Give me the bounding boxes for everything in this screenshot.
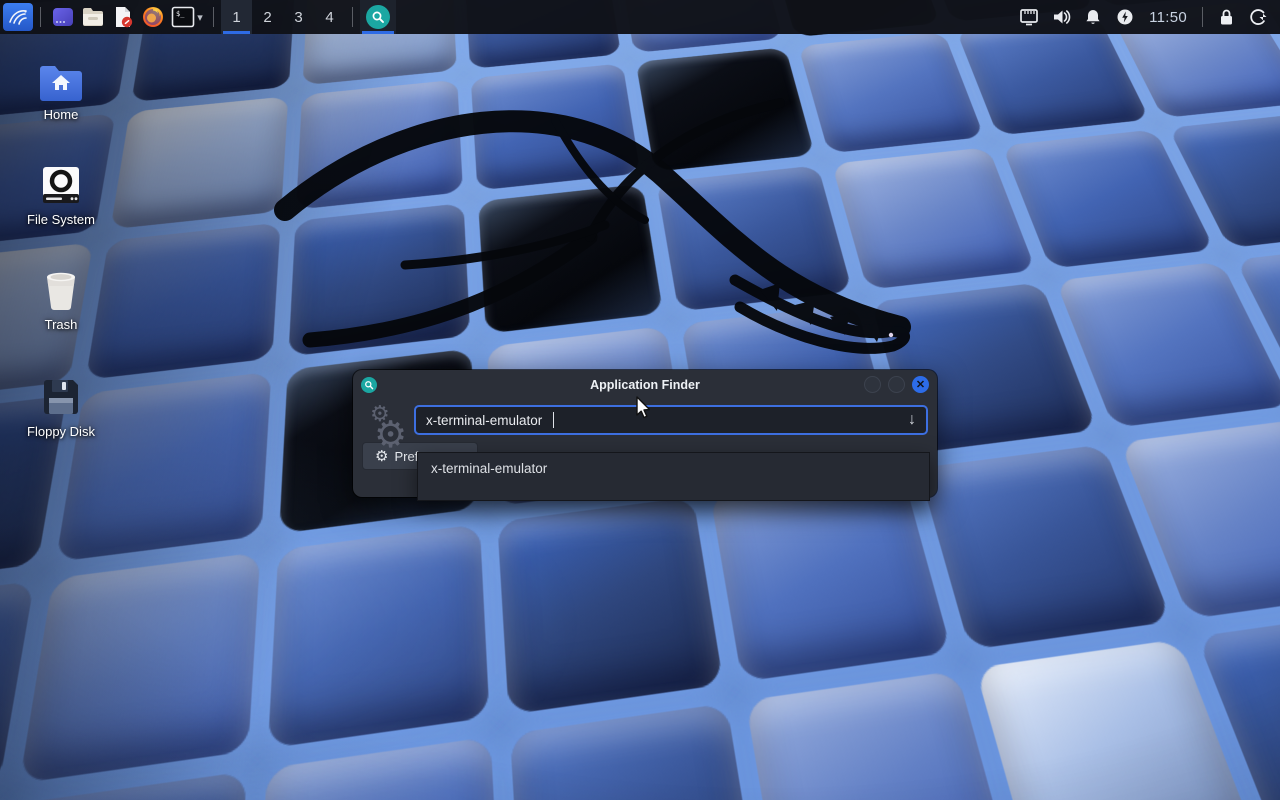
file-manager-icon	[81, 5, 105, 29]
desktop-icon-home[interactable]: Home	[22, 53, 100, 122]
notifications-tray-button[interactable]	[1077, 0, 1109, 34]
workspace-button-3[interactable]: 3	[283, 0, 314, 34]
launcher-firefox[interactable]	[138, 1, 168, 33]
search-input-value: x-terminal-emulator	[426, 413, 542, 428]
firefox-icon	[141, 5, 165, 29]
window-buttons: ✕	[864, 376, 929, 393]
kali-dragon-icon	[7, 6, 29, 28]
workspace-button-1[interactable]: 1	[221, 0, 252, 34]
volume-icon	[1051, 8, 1071, 26]
lock-screen-button[interactable]	[1210, 0, 1242, 34]
finder-titlebar[interactable]: Application Finder ✕	[353, 370, 937, 399]
workspace-label: 2	[263, 9, 271, 26]
mouse-cursor	[633, 396, 650, 420]
volume-tray-button[interactable]	[1045, 0, 1077, 34]
panel-separator	[1202, 7, 1203, 27]
desktop-icon-label: File System	[22, 212, 100, 227]
workspace-label: 1	[232, 9, 240, 26]
network-tray-button[interactable]	[1013, 0, 1045, 34]
terminal-emulator-icon: $_	[171, 5, 195, 29]
panel-separator	[352, 7, 353, 27]
panel-separator	[213, 7, 214, 27]
launcher-file-manager[interactable]	[78, 1, 108, 33]
panel-separator	[40, 7, 41, 27]
svg-text:$_: $_	[176, 10, 185, 18]
panel-clock[interactable]: 11:50	[1141, 9, 1195, 26]
launcher-terminal-emulator[interactable]: $_ ▾	[168, 1, 206, 33]
maximize-button[interactable]	[888, 376, 905, 393]
window-title: Application Finder	[353, 378, 937, 392]
hard-drive-icon	[22, 158, 100, 206]
applications-menu-button[interactable]	[3, 3, 33, 31]
desktop-icon-label: Floppy Disk	[22, 424, 100, 439]
taskbar-application-finder[interactable]	[360, 0, 396, 34]
desktop-icon-filesystem[interactable]: File System	[22, 158, 100, 227]
close-button[interactable]: ✕	[912, 376, 929, 393]
text-caret	[553, 412, 554, 428]
desktop-icon-floppy[interactable]: Floppy Disk	[22, 370, 100, 439]
lock-icon	[1218, 8, 1235, 26]
logout-button[interactable]	[1242, 0, 1274, 34]
launcher-text-editor[interactable]	[108, 1, 138, 33]
power-manager-icon	[1116, 8, 1134, 26]
floppy-disk-icon	[22, 370, 100, 418]
desktop-icon-trash[interactable]: Trash	[22, 263, 100, 332]
search-input[interactable]: x-terminal-emulator ↓	[414, 405, 928, 435]
launcher-terminal-app[interactable]	[48, 1, 78, 33]
text-editor-icon	[111, 5, 135, 29]
notifications-bell-icon	[1084, 8, 1102, 26]
chevron-down-icon[interactable]: ▾	[197, 11, 203, 24]
desktop-icon-label: Trash	[22, 317, 100, 332]
workspace-label: 3	[294, 9, 302, 26]
workspace-button-2[interactable]: 2	[252, 0, 283, 34]
completion-item[interactable]: x-terminal-emulator	[418, 453, 929, 476]
panel-right-group: 11:50	[1013, 0, 1280, 34]
application-finder-icon	[366, 5, 390, 29]
home-folder-icon	[22, 53, 100, 101]
logout-icon	[1249, 8, 1268, 26]
top-panel: $_ ▾ 1 2 3 4	[0, 0, 1280, 34]
workspace-button-4[interactable]: 4	[314, 0, 345, 34]
workspace-label: 4	[325, 9, 333, 26]
application-gears-icon: ⚙ ⚙	[362, 405, 414, 435]
trash-can-icon	[22, 263, 100, 311]
minimize-button[interactable]	[864, 376, 881, 393]
panel-left-group: $_ ▾ 1 2 3 4	[0, 0, 396, 34]
search-completion-dropdown: x-terminal-emulator	[417, 452, 930, 501]
terminal-app-icon	[51, 5, 75, 29]
power-manager-tray-button[interactable]	[1109, 0, 1141, 34]
network-icon	[1019, 8, 1039, 26]
desktop-icon-label: Home	[22, 107, 100, 122]
dropdown-arrow-icon[interactable]: ↓	[908, 411, 916, 429]
